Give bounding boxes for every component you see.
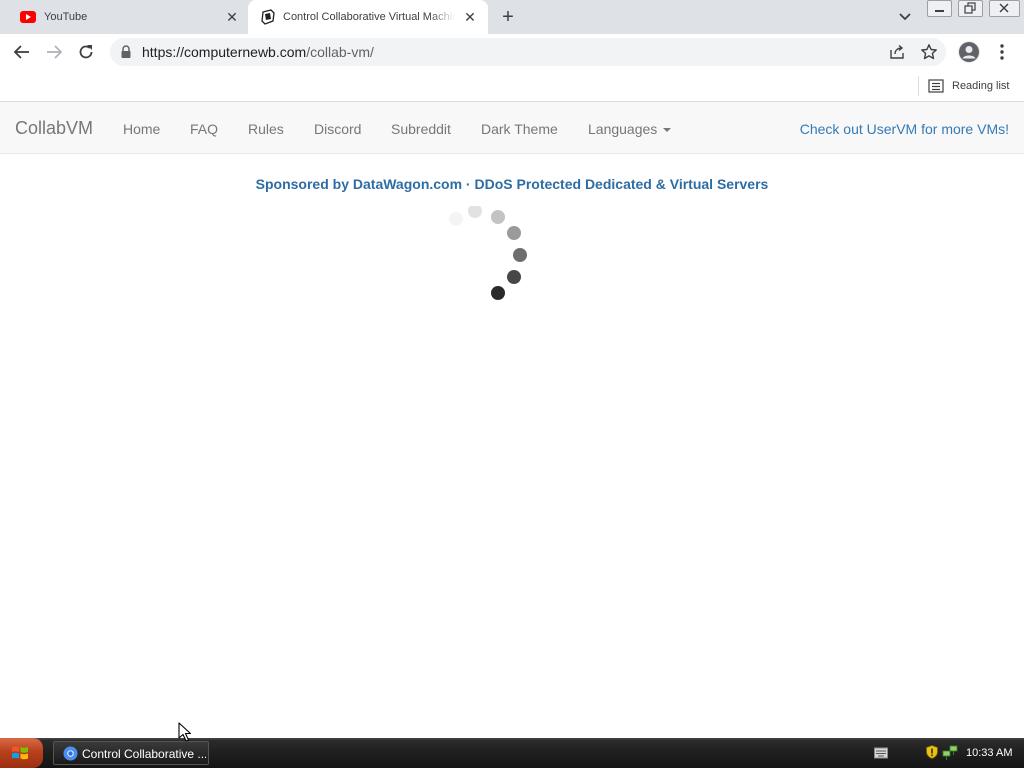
taskbar-clock: 10:33 AM (966, 747, 1013, 759)
nav-rules[interactable]: Rules (248, 120, 284, 138)
nav-faq[interactable]: FAQ (190, 120, 218, 138)
reading-list-button[interactable]: Reading list (928, 76, 1009, 96)
restore-button[interactable] (958, 0, 983, 17)
taskbar-item-browser[interactable]: Control Collaborative ... (53, 741, 209, 765)
more-menu-icon[interactable] (996, 42, 1008, 62)
address-bar[interactable]: https://computernewb.com/collab-vm/ (110, 38, 946, 66)
system-tray: 10:33 AM (862, 738, 1024, 768)
taskbar: Control Collaborative ... 10:33 AM (0, 738, 1024, 768)
minimize-icon (935, 10, 944, 12)
sponsor-prefix: Sponsored by (255, 176, 353, 192)
url-host: https://computernewb.com (142, 44, 307, 60)
nav-languages-label: Languages (588, 121, 658, 137)
minimize-button[interactable] (927, 0, 952, 17)
nav-home[interactable]: Home (123, 120, 160, 138)
divider (918, 76, 919, 96)
tab-strip: YouTube ✕ Control Collaborative Virtual … (0, 0, 1024, 34)
uservm-link[interactable]: Check out UserVM for more VMs! (800, 120, 1009, 138)
bookmarks-bar: Reading list (0, 70, 1024, 102)
site-navbar: CollabVM Home FAQ Rules Discord Subreddi… (0, 102, 1024, 154)
url-text[interactable]: https://computernewb.com/collab-vm/ (142, 44, 374, 60)
restore-icon (964, 2, 976, 14)
caret-down-icon (663, 128, 672, 133)
loading-spinner-icon (449, 206, 527, 300)
chevron-down-icon[interactable] (896, 9, 914, 25)
reading-list-label: Reading list (952, 80, 1010, 92)
close-window-button[interactable] (989, 0, 1020, 17)
collabvm-icon (261, 9, 275, 25)
person-icon (959, 42, 979, 62)
lock-icon[interactable] (120, 45, 132, 59)
new-tab-button[interactable]: + (498, 7, 518, 27)
security-shield-icon[interactable] (926, 745, 938, 759)
close-tab-icon[interactable]: ✕ (462, 9, 478, 25)
nav-dark-theme[interactable]: Dark Theme (481, 120, 558, 138)
bookmark-star-icon[interactable] (920, 43, 938, 61)
start-button[interactable] (0, 738, 43, 768)
nav-discord[interactable]: Discord (314, 120, 361, 138)
back-arrow-icon[interactable] (12, 42, 32, 62)
site-brand[interactable]: CollabVM (15, 118, 93, 138)
window-controls (927, 0, 1020, 18)
profile-avatar[interactable] (958, 41, 980, 63)
windows-logo-icon (12, 746, 28, 760)
tab-title: Control Collaborative Virtual Machines! (283, 11, 455, 23)
reload-icon[interactable] (76, 42, 96, 62)
tab-title: YouTube (44, 11, 88, 23)
nav-subreddit[interactable]: Subreddit (391, 120, 451, 138)
close-icon (999, 3, 1009, 13)
keyboard-icon[interactable] (874, 747, 888, 759)
web-page: CollabVM Home FAQ Rules Discord Subreddi… (0, 102, 1024, 738)
taskbar-item-label: Control Collaborative ... (82, 747, 206, 761)
url-path: /collab-vm/ (306, 44, 374, 60)
close-tab-icon[interactable]: ✕ (224, 9, 240, 25)
nav-languages-dropdown[interactable]: Languages (588, 120, 672, 138)
youtube-icon (20, 11, 36, 23)
chrome-icon (63, 746, 78, 761)
tab-collabvm[interactable]: Control Collaborative Virtual Machines! … (248, 0, 488, 34)
share-icon[interactable] (888, 44, 906, 60)
browser-toolbar: https://computernewb.com/collab-vm/ (0, 34, 1024, 70)
reading-list-icon (928, 79, 944, 93)
tab-youtube[interactable]: YouTube ✕ (8, 0, 246, 34)
sponsor-banner: Sponsored by DataWagon.com · DDoS Protec… (0, 176, 1024, 192)
network-icon[interactable] (942, 745, 958, 761)
sponsor-link[interactable]: DataWagon.com · DDoS Protected Dedicated… (353, 176, 768, 192)
forward-arrow-icon[interactable] (44, 42, 64, 62)
